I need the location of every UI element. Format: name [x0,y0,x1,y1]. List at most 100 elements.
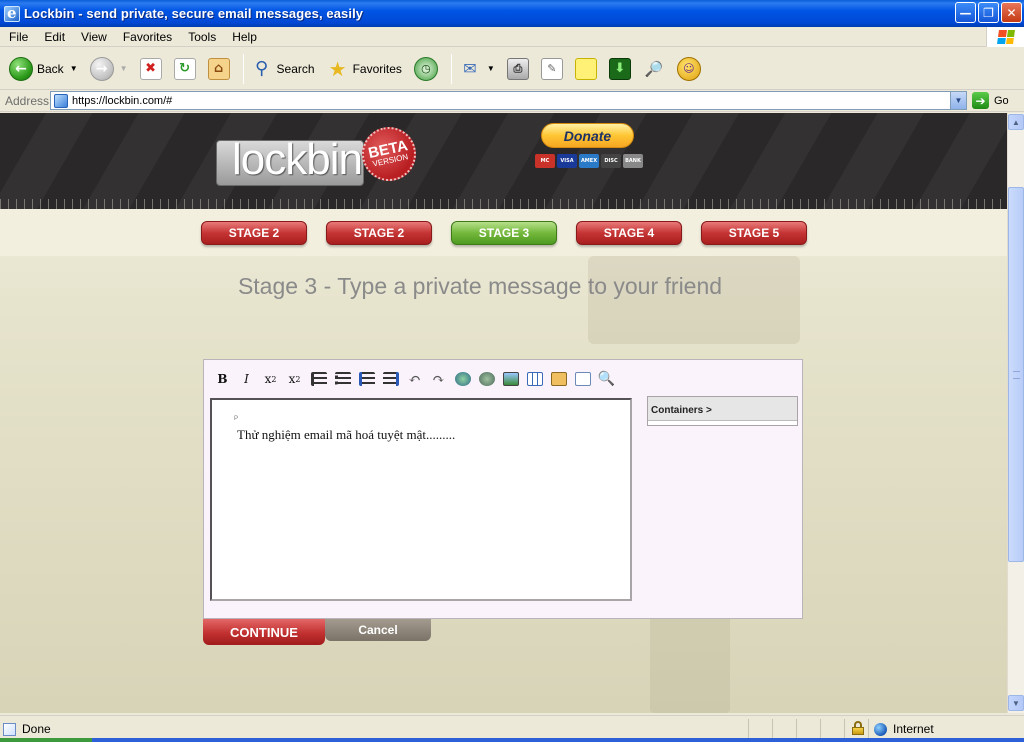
notes-button[interactable] [572,52,600,86]
back-button[interactable]: ← Back ▼ [6,52,81,86]
discover-icon: DISC [601,154,621,168]
print-icon: ⎙ [506,57,529,80]
history-button[interactable]: ◷ [411,52,441,86]
address-url[interactable]: https://lockbin.com/# [72,95,172,107]
scroll-up-button[interactable]: ▲ [1008,114,1024,130]
mail-button[interactable]: ✉ ▼ [456,52,498,86]
unordered-list-icon [334,372,351,386]
containers-header[interactable]: Containers > [648,397,797,421]
menu-tools[interactable]: Tools [179,30,223,44]
italic-button[interactable]: I [236,370,257,388]
payment-cards: MC VISA AMEX DISC BANK [535,154,643,168]
stop-button[interactable]: ✖ [137,52,165,86]
bold-button[interactable]: B [212,370,233,388]
site-header: lockbin BETA VERSION Donate MC VISA AMEX… [0,113,1007,209]
edit-button[interactable]: ✎ [538,52,566,86]
editor-panel: B I x2 x2 ↶ ↷ 🔍 P Thử nghiệm email mã ho… [203,359,803,619]
vertical-scrollbar[interactable]: ▲ ▼ [1007,113,1024,713]
go-button[interactable]: ➔ Go [972,92,1009,109]
messenger-icon: ☺ [676,56,701,81]
download-icon: ⬇ [608,57,631,80]
favorites-button[interactable]: ★ Favorites [324,52,405,86]
favorites-label: Favorites [352,61,402,76]
page-icon [54,93,68,108]
status-divider [868,719,869,739]
taskbar-edge [0,738,1024,742]
site-logo[interactable]: lockbin [232,135,363,185]
stage-tab-5[interactable]: STAGE 5 [701,221,807,245]
table-button[interactable] [524,370,545,388]
status-divider [820,719,821,739]
menu-file[interactable]: File [0,30,35,44]
stage-tab-1[interactable]: STAGE 2 [201,221,307,245]
redo-button[interactable]: ↷ [428,370,449,388]
preview-button[interactable]: 🔍 [596,370,617,388]
image-button[interactable] [500,370,521,388]
maximize-button[interactable]: ❐ [978,2,999,23]
messenger-button[interactable]: ☺ [674,52,704,86]
amex-icon: AMEX [579,154,599,168]
toolbar-separator [450,53,452,84]
address-dropdown-icon[interactable]: ▼ [950,92,966,109]
print-button[interactable]: ⎙ [504,52,532,86]
continue-button[interactable]: CONTINUE [203,619,325,645]
paste-button[interactable] [548,370,569,388]
back-dropdown-icon[interactable]: ▼ [70,64,78,73]
status-text: Done [22,722,51,736]
source-icon [574,372,591,386]
scroll-thumb[interactable] [1008,187,1024,562]
outdent-button[interactable] [356,370,377,388]
stop-icon: ✖ [139,57,162,80]
cancel-button[interactable]: Cancel [325,619,431,641]
forward-button[interactable]: → ▼ [87,52,131,86]
bank-icon: BANK [623,154,643,168]
stage-tab-3[interactable]: STAGE 3 [451,221,557,245]
forward-dropdown-icon[interactable]: ▼ [120,64,128,73]
menu-bar: File Edit View Favorites Tools Help [0,27,1024,47]
mail-dropdown-icon[interactable]: ▼ [487,64,495,73]
status-done: Done [3,722,51,736]
menu-favorites[interactable]: Favorites [114,30,179,44]
menu-edit[interactable]: Edit [35,30,72,44]
message-text[interactable]: Thử nghiệm email mã hoá tuyệt mật.......… [237,427,455,443]
link-button[interactable] [452,370,473,388]
menu-help[interactable]: Help [223,30,264,44]
refresh-button[interactable]: ↻ [171,52,199,86]
scroll-down-button[interactable]: ▼ [1008,695,1024,711]
unlink-button[interactable] [476,370,497,388]
forward-arrow-icon: → [89,56,114,81]
download-button[interactable]: ⬇ [606,52,634,86]
page-content: lockbin BETA VERSION Donate MC VISA AMEX… [0,113,1007,713]
ordered-list-button[interactable] [308,370,329,388]
toolbar: ← Back ▼ → ▼ ✖ ↻ ⌂ ⚲ Search ★ Favorites … [0,48,1024,90]
address-input[interactable]: https://lockbin.com/# ▼ [50,91,967,110]
unordered-list-button[interactable] [332,370,353,388]
containers-panel: Containers > [647,396,798,426]
globe-icon [874,722,887,736]
edit-page-icon: ✎ [540,57,563,80]
visa-icon: VISA [557,154,577,168]
stage-tab-2[interactable]: STAGE 2 [326,221,432,245]
stage-nav: STAGE 2 STAGE 2 STAGE 3 STAGE 4 STAGE 5 [0,209,1007,256]
home-button[interactable]: ⌂ [205,52,233,86]
address-bar: Address https://lockbin.com/# ▼ ➔ Go [0,90,1024,112]
minimize-button[interactable]: — [955,2,976,23]
donate-button[interactable]: Donate [541,123,634,148]
message-editor[interactable]: P Thử nghiệm email mã hoá tuyệt mật.....… [210,398,632,601]
search-button[interactable]: ⚲ Search [248,52,318,86]
home-icon: ⌂ [207,57,230,80]
stage-tab-4[interactable]: STAGE 4 [576,221,682,245]
undo-button[interactable]: ↶ [404,370,425,388]
search-label: Search [276,61,315,76]
status-divider [796,719,797,739]
superscript-button[interactable]: x2 [260,370,281,388]
ie-icon [4,4,20,22]
indent-button[interactable] [380,370,401,388]
research-button[interactable]: 🔎 [640,52,668,86]
close-button[interactable]: ✕ [1001,2,1022,23]
subscript-button[interactable]: x2 [284,370,305,388]
menu-view[interactable]: View [72,30,114,44]
outdent-icon [358,372,375,386]
source-button[interactable] [572,370,593,388]
lock-icon [852,721,864,735]
